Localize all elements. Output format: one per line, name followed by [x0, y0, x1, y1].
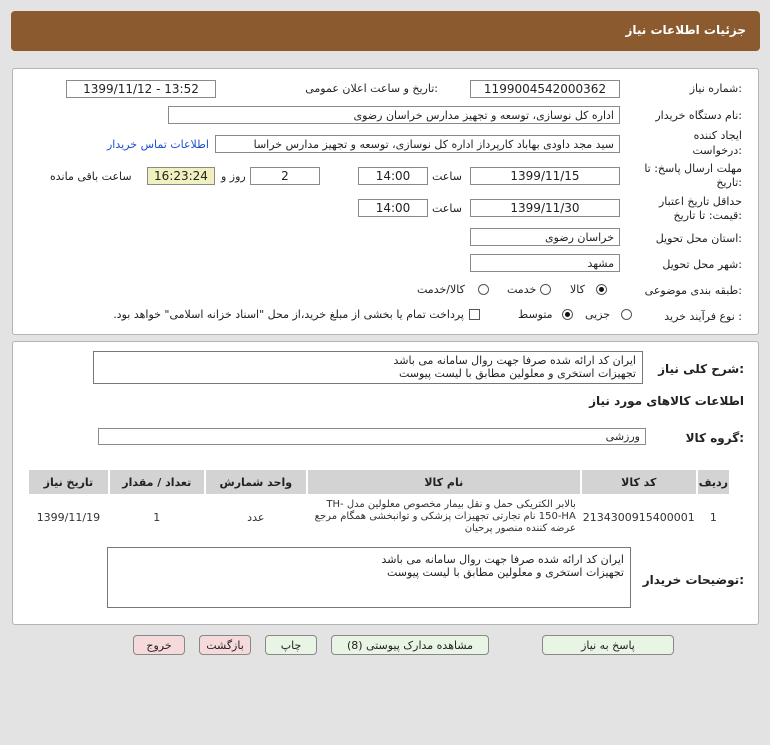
page-header: جزئیات اطلاعات نیاز — [11, 11, 760, 51]
validity-time-field: 14:00 — [358, 199, 428, 217]
province-field: خراسان رضوی — [470, 228, 620, 246]
row-index: 1 — [697, 496, 729, 538]
row-unit: عدد — [205, 496, 306, 538]
announce-date-label: تاریخ و ساعت اعلان عمومی: — [305, 82, 438, 95]
buyer-org-label: نام دستگاه خریدار: — [655, 109, 742, 122]
category-radio-goods[interactable] — [596, 284, 607, 295]
col-name: نام کالا — [307, 470, 580, 494]
remaining-time-field: 16:23:24 — [147, 167, 215, 185]
need-number-field: 1199004542000362 — [470, 80, 620, 98]
deadline-label: مهلت ارسال پاسخ: تا تاریخ: — [644, 162, 742, 189]
creator-label: ایجاد کننده درخواست: — [692, 129, 743, 157]
category-option-goods-service: کالا/خدمت — [417, 283, 465, 296]
reply-button[interactable]: پاسخ به نیاز — [542, 635, 674, 655]
validity-date-field: 1399/11/30 — [470, 199, 620, 217]
creator-field: سید مجد داودی بهاباد کارپرداز اداره کل ن… — [215, 135, 620, 153]
col-qty: تعداد / مقدار — [109, 470, 204, 494]
goods-group-field: ورزشی — [98, 428, 646, 445]
row-code: 2134300915400001 — [581, 496, 696, 538]
row-date: 1399/11/19 — [29, 496, 108, 538]
buyer-notes-box: ایران کد ارائه شده صرفا جهت روال سامانه … — [107, 547, 631, 608]
process-radio-minor[interactable] — [621, 309, 632, 320]
col-index: ردیف — [697, 470, 729, 494]
page-title: جزئیات اطلاعات نیاز — [625, 23, 746, 37]
validity-time-label: ساعت — [432, 202, 462, 215]
process-option-minor: جزیی — [585, 308, 611, 321]
col-code: کد کالا — [581, 470, 696, 494]
validity-label: حداقل تاریخ اعتبار قیمت: تا تاریخ: — [658, 195, 742, 222]
category-option-goods: کالا — [570, 283, 585, 296]
description-line-1: ایران کد ارائه شده صرفا جهت روال سامانه … — [393, 354, 636, 367]
buyer-notes-line-2: تجهیزات استخری و معلولین مطابق با لیست پ… — [386, 566, 624, 579]
city-field: مشهد — [470, 254, 620, 272]
deadline-time-label: ساعت — [432, 170, 462, 183]
col-date: تاریخ نیاز — [29, 470, 108, 494]
city-label: شهر محل تحویل: — [662, 258, 742, 271]
buyer-org-field: اداره کل نوسازی، توسعه و تجهیز مدارس خرا… — [168, 106, 620, 124]
remaining-time-label: ساعت باقی مانده — [50, 170, 132, 183]
days-label: روز و — [221, 170, 246, 183]
description-label: شرح کلی نیاز: — [658, 362, 744, 376]
goods-table: ردیف کد کالا نام کالا واحد شمارش تعداد /… — [27, 468, 731, 540]
goods-group-label: گروه کالا: — [685, 431, 744, 445]
table-row: 1 2134300915400001 بالابر الکتریکی حمل و… — [29, 496, 729, 538]
announce-date-field: 1399/11/12 - 13:52 — [66, 80, 216, 98]
description-line-2: تجهیزات استخری و معلولین مطابق با لیست پ… — [398, 367, 636, 380]
buyer-contact-link[interactable]: اطلاعات تماس خریدار — [107, 138, 209, 151]
buyer-notes-label: توضیحات خریدار: — [642, 573, 744, 587]
treasury-payment-note: پرداخت تمام یا بخشی از مبلغ خرید،از محل … — [113, 308, 464, 321]
deadline-time-field: 14:00 — [358, 167, 428, 185]
category-radio-goods-service[interactable] — [478, 284, 489, 295]
process-option-medium: متوسط — [518, 308, 553, 321]
category-label: طبقه بندی موضوعی: — [644, 284, 742, 297]
buyer-notes-line-1: ایران کد ارائه شده صرفا جهت روال سامانه … — [381, 553, 624, 566]
goods-section-title: اطلاعات کالاهای مورد نیاز — [589, 394, 744, 408]
category-option-service: خدمت — [507, 283, 537, 296]
exit-button[interactable]: خروج — [133, 635, 185, 655]
province-label: استان محل تحویل: — [655, 232, 742, 245]
print-button[interactable]: چاپ — [265, 635, 317, 655]
back-button[interactable]: بازگشت — [199, 635, 251, 655]
description-box: ایران کد ارائه شده صرفا جهت روال سامانه … — [93, 351, 643, 384]
process-label: نوع فرآیند خرید : — [664, 310, 742, 323]
col-unit: واحد شمارش — [205, 470, 306, 494]
treasury-payment-checkbox[interactable] — [469, 309, 480, 320]
process-radio-medium[interactable] — [562, 309, 573, 320]
category-radio-service[interactable] — [540, 284, 551, 295]
attachments-button[interactable]: مشاهده مدارک پیوستی (8) — [331, 635, 489, 655]
days-remaining-field: 2 — [250, 167, 320, 185]
row-qty: 1 — [109, 496, 204, 538]
deadline-date-field: 1399/11/15 — [470, 167, 620, 185]
need-number-label: شماره نیاز: — [689, 82, 742, 95]
row-name: بالابر الکتریکی حمل و نقل بیمار مخصوص مع… — [307, 496, 580, 538]
goods-table-header: ردیف کد کالا نام کالا واحد شمارش تعداد /… — [29, 470, 729, 494]
